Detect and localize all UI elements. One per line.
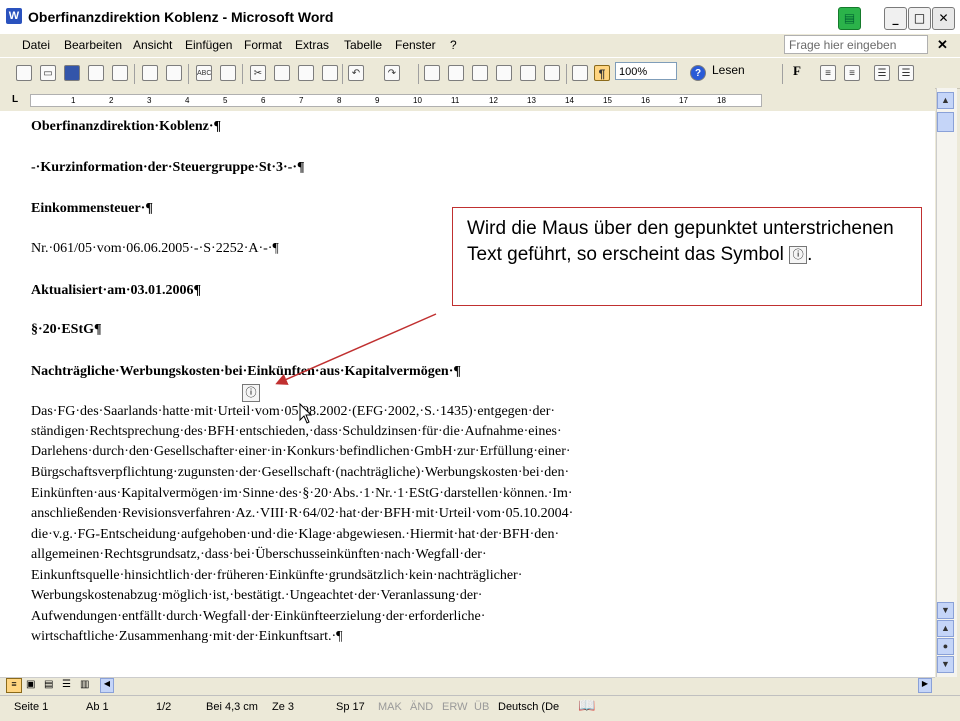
callout-box: Wird die Maus über den gepunktet unterst… [452, 207, 922, 306]
reading-view-icon[interactable]: ▥ [80, 679, 89, 690]
web-layout-icon[interactable]: ▣ [26, 679, 35, 690]
smart-tag-icon: ⓘ [789, 245, 808, 264]
normal-view-icon[interactable]: ≡ [6, 678, 22, 693]
next-page-icon[interactable]: ▼ [937, 656, 954, 673]
scroll-up-icon[interactable]: ▲ [937, 92, 954, 109]
vertical-scrollbar[interactable] [936, 88, 957, 677]
status-pages: 1/2 [156, 701, 172, 713]
scroll-down-icon[interactable]: ▼ [937, 602, 954, 619]
print-layout-icon[interactable]: ▤ [44, 679, 53, 690]
browse-object-icon[interactable]: ● [937, 638, 954, 655]
spelling-status-icon[interactable]: 📖 [578, 697, 595, 714]
scroll-thumb[interactable] [937, 112, 954, 132]
status-erw[interactable]: ERW [442, 701, 467, 713]
scroll-right-icon[interactable]: ▶ [918, 678, 932, 693]
scroll-left-icon[interactable]: ◀ [100, 678, 114, 693]
status-mak[interactable]: MAK [378, 701, 402, 713]
status-position: Bei 4,3 cm [206, 701, 258, 713]
previous-page-icon[interactable]: ▲ [937, 620, 954, 637]
status-ueb[interactable]: ÜB [474, 701, 489, 713]
status-aend[interactable]: ÄND [410, 701, 433, 713]
status-line: Ze 3 [272, 701, 295, 713]
status-language: Deutsch (De [498, 701, 560, 713]
status-column: Sp 17 [336, 701, 365, 713]
status-section: Ab 1 [86, 701, 109, 713]
mouse-cursor-icon [299, 402, 313, 424]
outline-view-icon[interactable]: ☰ [62, 679, 71, 690]
callout-arrow [275, 313, 437, 424]
status-page: Seite 1 [14, 701, 49, 713]
callout-text: Wird die Maus über den gepunktet unterst… [467, 218, 894, 265]
horizontal-scrollbar[interactable] [0, 677, 935, 695]
